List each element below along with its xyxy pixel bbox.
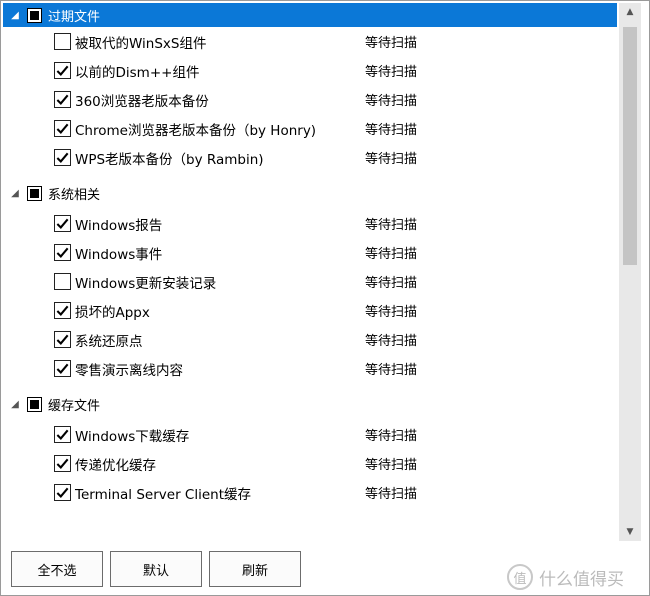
cleanup-item-list: ◢ 过期文件 被取代的WinSxS组件 等待扫描 以前的Dism++组件 等待扫… (3, 3, 617, 541)
list-item[interactable]: Windows下载缓存 等待扫描 (3, 420, 617, 449)
item-label: 被取代的WinSxS组件 (75, 35, 207, 52)
item-status: 等待扫描 (365, 65, 418, 80)
refresh-button[interactable]: 刷新 (209, 551, 301, 587)
item-checkbox[interactable] (54, 244, 71, 261)
checkmark-icon (56, 94, 69, 105)
item-checkbox[interactable] (54, 331, 71, 348)
item-status: 等待扫描 (365, 94, 418, 109)
item-checkbox[interactable] (54, 484, 71, 501)
item-status: 等待扫描 (365, 334, 418, 349)
item-checkbox[interactable] (54, 120, 71, 137)
watermark: 值 什么值得买 (507, 563, 624, 591)
item-status: 等待扫描 (365, 276, 418, 291)
item-checkbox[interactable] (54, 62, 71, 79)
list-item[interactable]: 360浏览器老版本备份 等待扫描 (3, 85, 617, 114)
checkmark-icon (56, 305, 69, 316)
scroll-up-icon[interactable]: ▲ (619, 3, 641, 21)
item-checkbox[interactable] (54, 302, 71, 319)
list-item[interactable]: Windows事件 等待扫描 (3, 238, 617, 267)
item-status: 等待扫描 (365, 36, 418, 51)
group-checkbox[interactable] (27, 396, 42, 412)
group-checkbox[interactable] (27, 185, 42, 201)
checkmark-icon (56, 458, 69, 469)
item-status: 等待扫描 (365, 458, 418, 473)
watermark-logo-icon: 值 (507, 564, 533, 590)
item-label: 零售演示离线内容 (75, 362, 183, 379)
item-checkbox[interactable] (54, 360, 71, 377)
group-checkbox[interactable] (27, 7, 42, 23)
group-header-cache[interactable]: ◢ 缓存文件 (3, 392, 617, 416)
vertical-scrollbar[interactable]: ▲ ▼ (619, 3, 641, 541)
item-status: 等待扫描 (365, 247, 418, 262)
cleanup-window: ◢ 过期文件 被取代的WinSxS组件 等待扫描 以前的Dism++组件 等待扫… (0, 0, 650, 596)
collapse-arrow-icon[interactable]: ◢ (3, 10, 27, 21)
list-item[interactable]: 零售演示离线内容 等待扫描 (3, 354, 617, 383)
group-header-expired-files[interactable]: ◢ 过期文件 (3, 3, 617, 27)
item-label: Windows报告 (75, 217, 163, 234)
item-checkbox[interactable] (54, 455, 71, 472)
collapse-arrow-icon[interactable]: ◢ (3, 399, 27, 410)
item-checkbox[interactable] (54, 426, 71, 443)
group-title: 过期文件 (48, 9, 101, 25)
checkmark-icon (56, 152, 69, 163)
list-item[interactable]: 系统还原点 等待扫描 (3, 325, 617, 354)
list-item[interactable]: WPS老版本备份（by Rambin) 等待扫描 (3, 143, 617, 172)
item-checkbox[interactable] (54, 91, 71, 108)
scrollbar-thumb[interactable] (623, 27, 637, 265)
scroll-down-icon[interactable]: ▼ (619, 523, 641, 541)
list-item[interactable]: Chrome浏览器老版本备份（by Honry) 等待扫描 (3, 114, 617, 143)
list-item[interactable]: Windows报告 等待扫描 (3, 209, 617, 238)
item-status: 等待扫描 (365, 363, 418, 378)
item-status: 等待扫描 (365, 487, 418, 502)
list-item[interactable]: 损坏的Appx 等待扫描 (3, 296, 617, 325)
item-label: WPS老版本备份（by Rambin) (75, 151, 264, 168)
item-status: 等待扫描 (365, 305, 418, 320)
checkmark-icon (56, 334, 69, 345)
item-status: 等待扫描 (365, 218, 418, 233)
checkmark-icon (56, 123, 69, 134)
select-none-button[interactable]: 全不选 (11, 551, 103, 587)
item-status: 等待扫描 (365, 123, 418, 138)
checkmark-icon (56, 363, 69, 374)
item-label: 以前的Dism++组件 (75, 64, 200, 81)
watermark-text: 什么值得买 (539, 569, 624, 590)
item-label: 传递优化缓存 (75, 457, 156, 474)
list-item[interactable]: Terminal Server Client缓存 等待扫描 (3, 478, 617, 507)
collapse-arrow-icon[interactable]: ◢ (3, 188, 27, 199)
list-item[interactable]: 被取代的WinSxS组件 等待扫描 (3, 27, 617, 56)
item-status: 等待扫描 (365, 152, 418, 167)
checkmark-icon (56, 429, 69, 440)
list-item[interactable]: 传递优化缓存 等待扫描 (3, 449, 617, 478)
item-label: Windows更新安装记录 (75, 275, 217, 292)
item-checkbox[interactable] (54, 149, 71, 166)
checkmark-icon (56, 65, 69, 76)
list-item[interactable]: Windows更新安装记录 等待扫描 (3, 267, 617, 296)
item-status: 等待扫描 (365, 429, 418, 444)
item-label: Terminal Server Client缓存 (75, 486, 251, 503)
item-label: 损坏的Appx (75, 304, 150, 321)
item-checkbox[interactable] (54, 273, 71, 290)
list-item[interactable]: 以前的Dism++组件 等待扫描 (3, 56, 617, 85)
item-checkbox[interactable] (54, 215, 71, 232)
checkmark-icon (56, 247, 69, 258)
checkmark-icon (56, 487, 69, 498)
item-checkbox[interactable] (54, 33, 71, 50)
item-label: 360浏览器老版本备份 (75, 93, 209, 110)
group-header-system[interactable]: ◢ 系统相关 (3, 181, 617, 205)
item-label: Chrome浏览器老版本备份（by Honry) (75, 122, 317, 139)
item-label: 系统还原点 (75, 333, 143, 350)
checkmark-icon (56, 218, 69, 229)
default-button[interactable]: 默认 (110, 551, 202, 587)
group-title: 缓存文件 (48, 398, 101, 414)
item-label: Windows事件 (75, 246, 163, 263)
item-label: Windows下载缓存 (75, 428, 190, 445)
group-title: 系统相关 (48, 187, 101, 203)
